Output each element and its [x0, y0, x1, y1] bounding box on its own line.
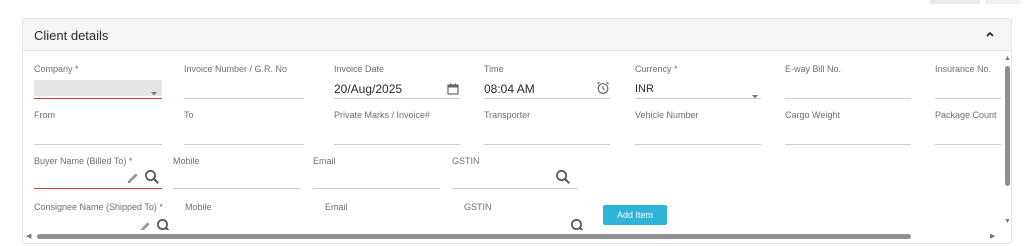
eway-bill-underline: [785, 98, 911, 99]
private-marks-label: Private Marks / Invoice#: [334, 110, 431, 120]
buyer-name-field[interactable]: Buyer Name (Billed To) *: [34, 156, 162, 194]
time-label: Time: [484, 64, 504, 74]
vehicle-number-label: Vehicle Number: [635, 110, 699, 120]
time-value: 08:04 AM: [484, 82, 535, 96]
top-tab-ghost: [930, 0, 980, 4]
invoice-number-underline: [184, 98, 304, 99]
package-count-field[interactable]: Package Count: [935, 110, 1001, 146]
currency-label: Currency *: [635, 64, 678, 74]
top-tab-ghost-2: [985, 0, 1021, 4]
top-strip: [0, 0, 1024, 10]
search-icon[interactable]: [555, 169, 571, 190]
insurance-label: Insurance No.: [935, 64, 992, 74]
time-underline: [484, 98, 610, 99]
currency-underline: [635, 98, 761, 99]
transporter-underline: [484, 144, 610, 145]
invoice-number-field[interactable]: Invoice Number / G.R. No: [184, 64, 304, 100]
consignee-name-label: Consignee Name (Shipped To) *: [34, 202, 163, 212]
scroll-down-arrow-icon[interactable]: ▼: [1004, 218, 1011, 225]
scroll-left-arrow-icon[interactable]: ◀: [26, 233, 31, 240]
chevron-up-icon[interactable]: [983, 27, 997, 41]
form-viewport: Company * Invoice Number / G.R. No Invoi…: [23, 52, 1001, 230]
caret-down-icon: [150, 84, 158, 102]
company-field[interactable]: Company *: [34, 64, 162, 100]
buyer-email-field[interactable]: Email: [313, 156, 440, 194]
package-count-underline: [935, 144, 1001, 145]
cargo-weight-underline: [785, 144, 911, 145]
transporter-field[interactable]: Transporter: [484, 110, 610, 146]
add-item-button[interactable]: Add Item: [603, 205, 667, 225]
vehicle-number-underline: [635, 144, 761, 145]
pencil-icon[interactable]: [138, 220, 152, 230]
consignee-mobile-label: Mobile: [185, 202, 212, 212]
horizontal-scrollbar[interactable]: ◀ ▶: [23, 231, 1001, 243]
search-icon[interactable]: [144, 169, 160, 190]
insurance-field[interactable]: Insurance No.: [935, 64, 1001, 100]
private-marks-underline: [334, 144, 460, 145]
scroll-right-arrow-icon[interactable]: ▶: [990, 233, 995, 240]
to-label: To: [184, 110, 194, 120]
currency-value: INR: [635, 83, 654, 95]
invoice-number-label: Invoice Number / G.R. No: [184, 64, 288, 74]
vehicle-number-field[interactable]: Vehicle Number: [635, 110, 761, 146]
card-title: Client details: [34, 28, 109, 43]
consignee-email-field[interactable]: Email: [325, 202, 452, 230]
buyer-gstin-field[interactable]: GSTIN: [452, 156, 578, 194]
buyer-gstin-label: GSTIN: [452, 156, 480, 166]
buyer-email-underline: [313, 188, 440, 189]
cargo-weight-field[interactable]: Cargo Weight: [785, 110, 911, 146]
buyer-mobile-label: Mobile: [173, 156, 200, 166]
cargo-weight-label: Cargo Weight: [785, 110, 840, 120]
client-details-card: Client details Company * Invoice Number …: [22, 18, 1012, 244]
transporter-label: Transporter: [484, 110, 531, 120]
vertical-scrollbar[interactable]: ▲ ▼: [1003, 52, 1013, 230]
card-header[interactable]: Client details: [23, 19, 1011, 51]
invoice-date-label: Invoice Date: [334, 64, 385, 74]
company-underline: [34, 98, 162, 99]
consignee-name-field[interactable]: Consignee Name (Shipped To) *: [34, 202, 174, 230]
company-select[interactable]: [34, 80, 162, 96]
insurance-underline: [935, 98, 1001, 99]
horizontal-scroll-thumb[interactable]: [37, 234, 911, 239]
currency-field[interactable]: Currency * INR: [635, 64, 761, 100]
search-icon[interactable]: [156, 218, 172, 230]
invoice-date-underline: [334, 98, 460, 99]
search-icon[interactable]: [570, 218, 586, 230]
consignee-gstin-label: GSTIN: [464, 202, 492, 212]
consignee-email-label: Email: [325, 202, 348, 212]
from-field[interactable]: From: [34, 110, 162, 146]
invoice-date-field[interactable]: Invoice Date 20/Aug/2025: [334, 64, 460, 100]
buyer-mobile-underline: [173, 188, 301, 189]
package-count-label: Package Count: [935, 110, 997, 120]
time-field[interactable]: Time 08:04 AM: [484, 64, 610, 100]
buyer-email-label: Email: [313, 156, 336, 166]
to-underline: [184, 144, 304, 145]
from-underline: [34, 144, 162, 145]
private-marks-field[interactable]: Private Marks / Invoice#: [334, 110, 460, 146]
buyer-mobile-field[interactable]: Mobile: [173, 156, 301, 194]
buyer-gstin-underline: [452, 188, 578, 189]
consignee-mobile-field[interactable]: Mobile: [185, 202, 313, 230]
invoice-date-value: 20/Aug/2025: [334, 82, 403, 96]
eway-bill-field[interactable]: E-way Bill No.: [785, 64, 911, 100]
buyer-name-underline: [34, 188, 162, 189]
vertical-scroll-thumb[interactable]: [1005, 66, 1010, 186]
consignee-gstin-field[interactable]: GSTIN: [464, 202, 590, 230]
company-label: Company *: [34, 64, 79, 74]
eway-bill-label: E-way Bill No.: [785, 64, 842, 74]
buyer-name-label: Buyer Name (Billed To) *: [34, 156, 133, 166]
caret-down-icon: [751, 87, 759, 105]
from-label: From: [34, 110, 55, 120]
to-field[interactable]: To: [184, 110, 304, 146]
scroll-up-arrow-icon[interactable]: ▲: [1004, 55, 1011, 62]
